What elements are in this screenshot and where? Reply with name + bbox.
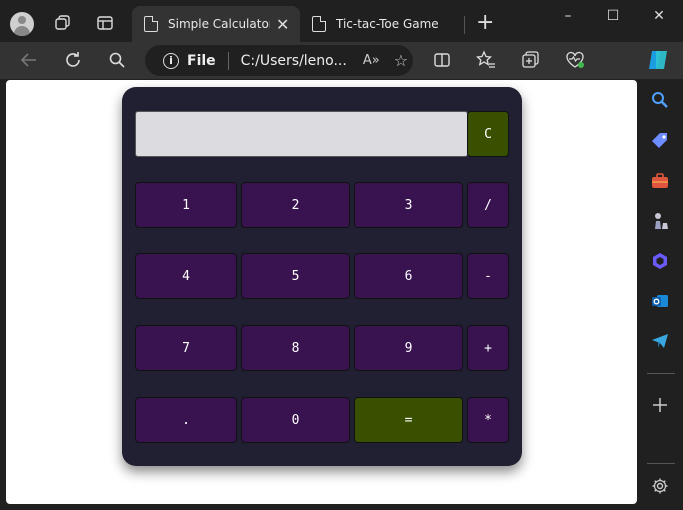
workspaces-icon[interactable] bbox=[52, 12, 74, 34]
key-5[interactable]: 5 bbox=[241, 253, 350, 299]
calculator: C 1 2 3 / 4 5 6 - 7 8 9 + . 0 = * bbox=[122, 87, 522, 466]
tab-tic-tac-toe[interactable]: Tic-tac-Toe Game bbox=[300, 6, 464, 42]
key-divide[interactable]: / bbox=[467, 182, 509, 228]
profile-avatar[interactable] bbox=[10, 12, 34, 36]
read-aloud-icon[interactable]: A» bbox=[363, 53, 380, 68]
key-2[interactable]: 2 bbox=[241, 182, 350, 228]
outlook-icon[interactable] bbox=[649, 290, 671, 312]
search-icon[interactable] bbox=[105, 48, 129, 72]
key-0[interactable]: 0 bbox=[241, 397, 350, 443]
page-icon bbox=[312, 16, 326, 32]
tab-label: Simple Calculator u bbox=[168, 17, 270, 31]
key-4[interactable]: 4 bbox=[135, 253, 237, 299]
url-text: C:/Users/leno... bbox=[240, 52, 347, 69]
tools-briefcase-icon[interactable] bbox=[649, 170, 671, 192]
minimize-button[interactable]: – bbox=[545, 4, 591, 28]
tab-label: Tic-tac-Toe Game bbox=[336, 17, 438, 31]
right-sidebar bbox=[639, 79, 683, 510]
tab-separator bbox=[464, 16, 465, 34]
page-content: C 1 2 3 / 4 5 6 - 7 8 9 + . 0 = * bbox=[6, 80, 637, 504]
shopping-tag-icon[interactable] bbox=[649, 130, 671, 152]
address-separator bbox=[227, 51, 229, 70]
microsoft-365-icon[interactable] bbox=[649, 250, 671, 272]
key-1[interactable]: 1 bbox=[135, 182, 237, 228]
sidebar-search-icon[interactable] bbox=[649, 89, 671, 111]
close-window-button[interactable]: ✕ bbox=[636, 4, 682, 28]
key-3[interactable]: 3 bbox=[354, 182, 463, 228]
maximize-button[interactable]: ☐ bbox=[590, 4, 636, 28]
sidebar-divider bbox=[647, 373, 675, 374]
info-icon[interactable]: i bbox=[163, 52, 179, 69]
refresh-icon[interactable] bbox=[61, 48, 85, 72]
sidebar-divider bbox=[647, 463, 675, 464]
new-tab-icon[interactable]: + bbox=[476, 12, 494, 34]
scheme-label: File bbox=[187, 52, 216, 69]
title-bar: Simple Calculator u ✕ Tic-tac-Toe Game +… bbox=[0, 0, 683, 42]
copilot-icon[interactable] bbox=[646, 48, 670, 72]
add-sidebar-app-icon[interactable] bbox=[649, 394, 671, 416]
key-subtract[interactable]: - bbox=[467, 253, 509, 299]
key-9[interactable]: 9 bbox=[354, 325, 463, 371]
calculator-display[interactable] bbox=[135, 111, 468, 157]
key-decimal[interactable]: . bbox=[135, 397, 237, 443]
favorites-icon[interactable] bbox=[474, 48, 498, 72]
collections-icon[interactable] bbox=[519, 48, 543, 72]
key-add[interactable]: + bbox=[467, 325, 509, 371]
split-screen-icon[interactable] bbox=[430, 48, 454, 72]
key-6[interactable]: 6 bbox=[354, 253, 463, 299]
equals-button[interactable]: = bbox=[354, 397, 463, 443]
browser-toolbar: i File C:/Users/leno... A» ☆ bbox=[0, 42, 683, 79]
settings-gear-icon[interactable] bbox=[649, 475, 671, 497]
back-arrow-icon[interactable] bbox=[17, 48, 41, 72]
key-8[interactable]: 8 bbox=[241, 325, 350, 371]
browser-essentials-icon[interactable] bbox=[563, 48, 587, 72]
clear-button[interactable]: C bbox=[467, 111, 509, 157]
key-7[interactable]: 7 bbox=[135, 325, 237, 371]
tab-actions-icon[interactable] bbox=[94, 12, 116, 34]
close-tab-icon[interactable]: ✕ bbox=[276, 15, 289, 34]
page-icon bbox=[144, 16, 158, 32]
key-multiply[interactable]: * bbox=[467, 397, 509, 443]
games-chess-icon[interactable] bbox=[649, 210, 671, 232]
address-bar[interactable]: i File C:/Users/leno... A» ☆ bbox=[145, 45, 413, 76]
tab-simple-calculator[interactable]: Simple Calculator u ✕ bbox=[132, 6, 300, 42]
send-telegram-icon[interactable] bbox=[649, 330, 671, 352]
favorite-star-icon[interactable]: ☆ bbox=[394, 51, 408, 70]
